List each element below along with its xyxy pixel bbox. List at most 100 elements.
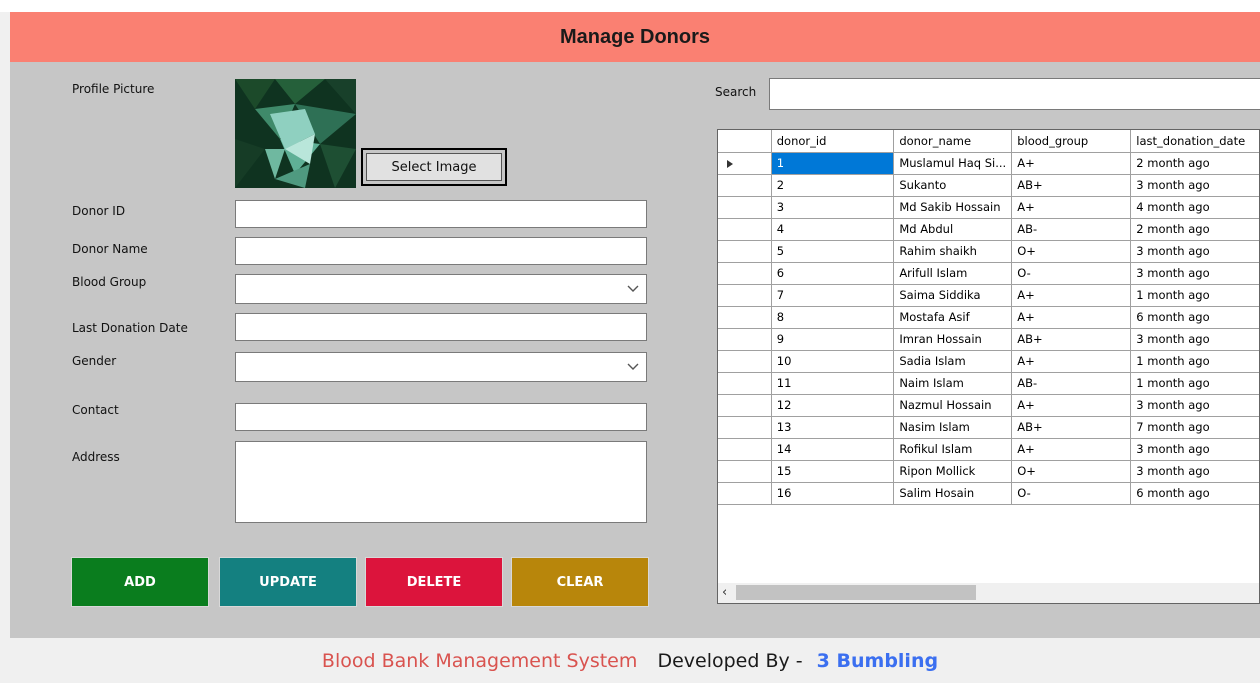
row-header[interactable]	[718, 174, 772, 197]
blood-group-cell[interactable]: AB-	[1011, 218, 1132, 241]
contact-field[interactable]	[235, 403, 647, 431]
last-donation-date-cell[interactable]: 2 month ago	[1130, 218, 1259, 241]
last-donation-date-cell[interactable]: 1 month ago	[1130, 284, 1259, 307]
blood-group-cell[interactable]: A+	[1011, 350, 1132, 373]
search-input[interactable]	[769, 78, 1260, 110]
donor-id-cell[interactable]: 13	[771, 416, 895, 439]
donor-id-cell[interactable]: 10	[771, 350, 895, 373]
last-donation-date-cell[interactable]: 1 month ago	[1130, 350, 1259, 373]
donor-id-cell[interactable]: 12	[771, 394, 895, 417]
chevron-left-icon[interactable]: ‹	[722, 585, 727, 600]
donor-id-cell[interactable]: 11	[771, 372, 895, 395]
blood-group-cell[interactable]: A+	[1011, 438, 1132, 461]
last-donation-date-cell[interactable]: 6 month ago	[1130, 482, 1259, 505]
row-header[interactable]	[718, 284, 772, 307]
donor-name-cell[interactable]: Md Sakib Hossain	[893, 196, 1013, 219]
delete-button[interactable]: DELETE	[365, 557, 503, 607]
last-donation-date-cell[interactable]: 3 month ago	[1130, 460, 1259, 483]
last-donation-date-cell[interactable]: 6 month ago	[1130, 306, 1259, 329]
donor-id-cell[interactable]: 2	[771, 174, 895, 197]
donors-grid[interactable]: donor_id donor_name blood_group last_don…	[717, 129, 1260, 604]
table-row[interactable]: 6 Arifull Islam O- 3 month ago	[718, 262, 1259, 285]
donor-name-cell[interactable]: Sadia Islam	[893, 350, 1013, 373]
table-row[interactable]: 5 Rahim shaikh O+ 3 month ago	[718, 240, 1259, 263]
blood-group-cell[interactable]: O+	[1011, 460, 1132, 483]
blood-group-cell[interactable]: A+	[1011, 306, 1132, 329]
table-row[interactable]: 13 Nasim Islam AB+ 7 month ago	[718, 416, 1259, 439]
row-header[interactable]	[718, 152, 772, 175]
row-header[interactable]	[718, 394, 772, 417]
row-header[interactable]	[718, 416, 772, 439]
scrollbar-thumb[interactable]	[736, 585, 976, 600]
add-button[interactable]: ADD	[71, 557, 209, 607]
table-row[interactable]: 1 Muslamul Haq Si... A+ 2 month ago	[718, 152, 1259, 175]
donor-name-cell[interactable]: Saima Siddika	[893, 284, 1013, 307]
donor-name-cell[interactable]: Imran Hossain	[893, 328, 1013, 351]
blood-group-cell[interactable]: A+	[1011, 152, 1132, 175]
row-header[interactable]	[718, 372, 772, 395]
last-donation-date-cell[interactable]: 3 month ago	[1130, 262, 1259, 285]
last-donation-date-field[interactable]	[235, 313, 647, 341]
donor-id-cell[interactable]: 8	[771, 306, 895, 329]
last-donation-date-cell[interactable]: 1 month ago	[1130, 372, 1259, 395]
table-row[interactable]: 4 Md Abdul AB- 2 month ago	[718, 218, 1259, 241]
donor-id-cell[interactable]: 6	[771, 262, 895, 285]
chevron-down-icon[interactable]	[626, 359, 640, 373]
donor-name-cell[interactable]: Arifull Islam	[893, 262, 1013, 285]
row-header[interactable]	[718, 328, 772, 351]
donor-id-cell[interactable]: 4	[771, 218, 895, 241]
row-header[interactable]	[718, 218, 772, 241]
donor-id-cell[interactable]: 3	[771, 196, 895, 219]
donor-name-cell[interactable]: Muslamul Haq Si...	[893, 152, 1013, 175]
donor-id-cell[interactable]: 7	[771, 284, 895, 307]
donor-name-cell[interactable]: Mostafa Asif	[893, 306, 1013, 329]
address-field[interactable]	[235, 441, 647, 523]
blood-group-cell[interactable]: AB+	[1011, 416, 1132, 439]
donor-id-cell[interactable]: 15	[771, 460, 895, 483]
table-row[interactable]: 8 Mostafa Asif A+ 6 month ago	[718, 306, 1259, 329]
last-donation-date-cell[interactable]: 7 month ago	[1130, 416, 1259, 439]
donor-id-cell[interactable]: 14	[771, 438, 895, 461]
last-donation-date-cell[interactable]: 3 month ago	[1130, 240, 1259, 263]
row-header[interactable]	[718, 438, 772, 461]
donor-name-cell[interactable]: Nazmul Hossain	[893, 394, 1013, 417]
blood-group-select[interactable]	[235, 274, 647, 304]
table-row[interactable]: 15 Ripon Mollick O+ 3 month ago	[718, 460, 1259, 483]
horizontal-scrollbar[interactable]: ‹	[718, 583, 1259, 603]
column-header-donor-id[interactable]: donor_id	[771, 130, 895, 153]
donor-name-cell[interactable]: Salim Hosain	[893, 482, 1013, 505]
donor-name-cell[interactable]: Rahim shaikh	[893, 240, 1013, 263]
donor-id-cell[interactable]: 1	[771, 152, 895, 175]
donor-name-cell[interactable]: Sukanto	[893, 174, 1013, 197]
donor-name-cell[interactable]: Ripon Mollick	[893, 460, 1013, 483]
blood-group-cell[interactable]: O-	[1011, 482, 1132, 505]
column-header-donor-name[interactable]: donor_name	[893, 130, 1013, 153]
select-image-button[interactable]: Select Image	[361, 148, 507, 186]
row-header-corner[interactable]	[718, 130, 772, 153]
table-row[interactable]: 3 Md Sakib Hossain A+ 4 month ago	[718, 196, 1259, 219]
donor-name-cell[interactable]: Nasim Islam	[893, 416, 1013, 439]
table-row[interactable]: 16 Salim Hosain O- 6 month ago	[718, 482, 1259, 505]
last-donation-date-cell[interactable]: 3 month ago	[1130, 328, 1259, 351]
row-header[interactable]	[718, 482, 772, 505]
row-header[interactable]	[718, 460, 772, 483]
gender-select[interactable]	[235, 352, 647, 382]
donor-name-cell[interactable]: Naim Islam	[893, 372, 1013, 395]
row-header[interactable]	[718, 196, 772, 219]
donor-name-cell[interactable]: Md Abdul	[893, 218, 1013, 241]
blood-group-cell[interactable]: AB+	[1011, 174, 1132, 197]
donor-id-field[interactable]	[235, 200, 647, 228]
donor-id-cell[interactable]: 9	[771, 328, 895, 351]
column-header-last-donation-date[interactable]: last_donation_date	[1130, 130, 1259, 153]
blood-group-cell[interactable]: AB+	[1011, 328, 1132, 351]
row-header[interactable]	[718, 262, 772, 285]
last-donation-date-cell[interactable]: 3 month ago	[1130, 174, 1259, 197]
donor-name-field[interactable]	[235, 237, 647, 265]
table-row[interactable]: 14 Rofikul Islam A+ 3 month ago	[718, 438, 1259, 461]
donor-name-cell[interactable]: Rofikul Islam	[893, 438, 1013, 461]
table-row[interactable]: 7 Saima Siddika A+ 1 month ago	[718, 284, 1259, 307]
row-header[interactable]	[718, 350, 772, 373]
donor-id-cell[interactable]: 16	[771, 482, 895, 505]
table-row[interactable]: 11 Naim Islam AB- 1 month ago	[718, 372, 1259, 395]
blood-group-cell[interactable]: O+	[1011, 240, 1132, 263]
